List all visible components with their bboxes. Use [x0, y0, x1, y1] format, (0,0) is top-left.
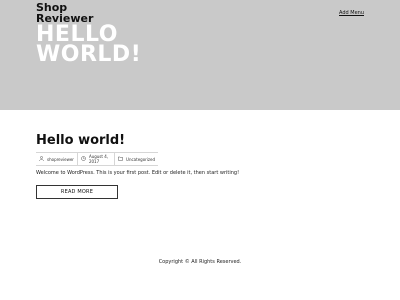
post-meta: shopreviewer August 4, 2017 Uncategorize… — [36, 152, 158, 166]
hero-heading-line2: WORLD! — [36, 42, 142, 67]
site-title[interactable]: Shop Reviewer — [36, 2, 93, 24]
user-icon — [39, 155, 44, 163]
read-more-button[interactable]: READ MORE — [36, 185, 118, 199]
post-excerpt: Welcome to WordPress. This is your first… — [36, 170, 240, 176]
post-category[interactable]: Uncategorized — [114, 153, 158, 165]
folder-icon — [118, 156, 124, 163]
clock-icon — [81, 155, 86, 163]
post-author-name: shopreviewer — [47, 156, 74, 162]
post-category-name: Uncategorized — [126, 156, 155, 162]
post-date-text: August 4, 2017 — [88, 154, 109, 164]
post-title[interactable]: Hello world! — [36, 133, 125, 149]
hero-heading: HELLO WORLD! — [36, 24, 142, 67]
add-menu-link[interactable]: Add Menu — [339, 10, 364, 16]
copyright-text: Copyright © All Rights Reserved. — [158, 259, 242, 265]
post-author[interactable]: shopreviewer — [36, 153, 77, 165]
post-date[interactable]: August 4, 2017 — [76, 153, 114, 165]
